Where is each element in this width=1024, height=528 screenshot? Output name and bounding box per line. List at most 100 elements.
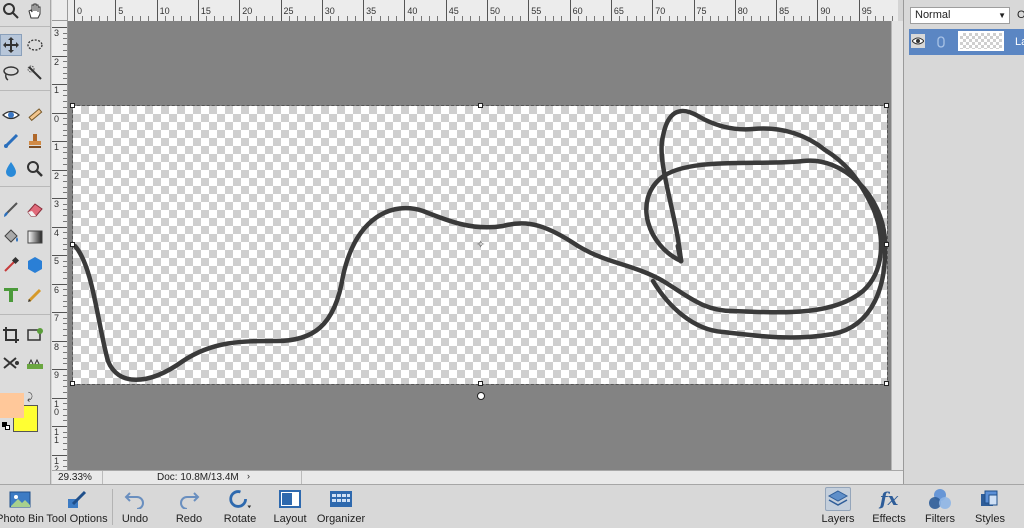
eye-icon[interactable] — [0, 104, 22, 126]
zoom-icon[interactable] — [0, 0, 22, 22]
effects-button[interactable]: fx Effects — [868, 487, 910, 527]
layer-thumbnail[interactable] — [958, 31, 1004, 51]
ruler-label: 10 — [54, 398, 60, 417]
organizer-button[interactable]: Organizer — [316, 487, 366, 527]
eyedropper-icon[interactable] — [0, 254, 22, 276]
blend-mode-select[interactable]: Normal ▼ — [910, 7, 1010, 24]
paint-bucket-icon[interactable] — [0, 226, 22, 248]
ruler-label: 5 — [54, 256, 60, 266]
layout-button[interactable]: Layout — [270, 487, 310, 527]
filters-button[interactable]: Filters — [920, 487, 960, 527]
ruler-label: 3 — [54, 199, 60, 209]
top-ruler: 0 5 10 15 20 25 30 35 40 45 50 55 60 65 70 75 80 85 90 95 — [68, 0, 898, 22]
ruler-major-tick — [321, 0, 323, 21]
ruler-label: 8 — [54, 341, 60, 352]
ruler-major-tick — [734, 0, 736, 21]
rotate-handle-icon[interactable] — [477, 392, 485, 400]
ruler-label: 4 — [54, 227, 60, 238]
recompose-icon[interactable] — [24, 324, 46, 346]
ruler-major-tick — [74, 0, 75, 21]
ruler-major-tick — [404, 0, 406, 21]
brush-icon[interactable] — [0, 198, 22, 220]
visibility-eye-icon[interactable] — [911, 34, 925, 48]
straighten-icon[interactable] — [24, 104, 46, 126]
layers-button[interactable]: Layers — [817, 487, 859, 527]
move-icon[interactable] — [0, 34, 22, 56]
transform-handle-tl[interactable] — [70, 103, 75, 108]
lasso-icon[interactable] — [0, 62, 22, 84]
sponge-icon[interactable] — [24, 158, 46, 180]
ruler-label: 3 — [54, 28, 60, 38]
content-move-icon[interactable] — [0, 352, 22, 374]
opacity-label: O — [1017, 9, 1024, 21]
transform-handle-tm[interactable] — [478, 103, 483, 108]
blend-mode-value: Normal — [915, 9, 951, 21]
undo-button[interactable]: Undo — [118, 487, 152, 527]
photo-bin-button[interactable]: Photo Bin — [0, 487, 46, 527]
blur-icon[interactable] — [0, 158, 22, 180]
ruler-label: 40 — [407, 6, 418, 16]
ruler-major-tick — [569, 0, 571, 21]
layout-icon — [277, 487, 303, 511]
layer-link-icon[interactable] — [936, 35, 946, 49]
transform-handle-br[interactable] — [884, 381, 889, 386]
ruler-major-tick — [239, 0, 241, 21]
layer-name[interactable]: La — [1015, 36, 1024, 48]
ruler-label: 70 — [655, 6, 666, 16]
crop-icon[interactable] — [0, 324, 22, 346]
ruler-label: 35 — [366, 6, 377, 16]
ruler-label: 95 — [861, 6, 872, 16]
styles-button[interactable]: Styles — [972, 487, 1008, 527]
eraser-icon[interactable] — [24, 198, 46, 220]
document-canvas[interactable]: ✧ — [70, 103, 889, 386]
transform-handle-ml[interactable] — [70, 242, 75, 247]
ruler-major-tick — [652, 0, 654, 21]
straighten-tool-icon[interactable] — [24, 352, 46, 374]
pencil-icon[interactable] — [24, 284, 46, 306]
layers-panel: Normal ▼ O La — [903, 0, 1024, 484]
ruler-label: 90 — [820, 6, 831, 16]
foreground-color-swatch-front[interactable] — [0, 393, 24, 418]
smart-brush-icon[interactable] — [0, 130, 22, 152]
doc-size-info: Doc: 10.8M/13.4M — [102, 471, 302, 484]
ruler-label: 55 — [531, 6, 542, 16]
layer-row[interactable]: La — [909, 29, 1024, 55]
gradient-icon[interactable] — [24, 226, 46, 248]
ruler-major-tick — [776, 0, 778, 21]
ruler-label: 25 — [283, 6, 294, 16]
ruler-major-tick — [156, 0, 158, 21]
swap-colors-icon[interactable]: ⤸ — [27, 392, 33, 403]
marquee-icon[interactable] — [24, 34, 46, 56]
default-colors-icon[interactable] — [2, 422, 10, 430]
transform-handle-tr[interactable] — [884, 103, 889, 108]
ruler-major-tick — [817, 0, 819, 21]
transform-handle-bl[interactable] — [70, 381, 75, 386]
toolbox-separator — [0, 314, 50, 315]
transform-handle-mr[interactable] — [884, 242, 889, 247]
ruler-label: 9 — [54, 370, 60, 380]
left-ruler: 3 2 1 0 1 2 3 4 5 6 7 8 9 10 11 12 — [52, 21, 68, 470]
type-icon[interactable] — [0, 284, 22, 306]
ruler-label: 50 — [490, 6, 501, 16]
rotate-button[interactable]: Rotate — [220, 487, 260, 527]
ruler-label: 6 — [54, 284, 60, 295]
ruler-major-tick — [115, 0, 117, 21]
transform-handle-bm[interactable] — [478, 381, 483, 386]
status-menu-arrow[interactable]: › — [247, 471, 250, 481]
zoom-level[interactable]: 29.33% — [58, 472, 92, 483]
ruler-major-tick — [363, 0, 365, 21]
clone-stamp-icon[interactable] — [24, 130, 46, 152]
transform-center-point-icon[interactable]: ✧ — [476, 238, 485, 251]
hand-icon[interactable] — [24, 0, 46, 22]
ruler-label: 0 — [54, 113, 60, 124]
canvas-area[interactable]: ✧ — [68, 21, 891, 470]
vertical-scrollbar[interactable] — [891, 21, 903, 470]
ruler-label: 80 — [737, 6, 748, 16]
quick-selection-icon[interactable] — [24, 62, 46, 84]
redo-button[interactable]: Redo — [172, 487, 206, 527]
ruler-label: 20 — [242, 6, 253, 16]
shape-icon[interactable] — [24, 254, 46, 276]
ruler-major-tick — [693, 0, 695, 21]
tool-options-button[interactable]: Tool Options — [46, 487, 108, 527]
ruler-major-tick — [858, 0, 860, 21]
